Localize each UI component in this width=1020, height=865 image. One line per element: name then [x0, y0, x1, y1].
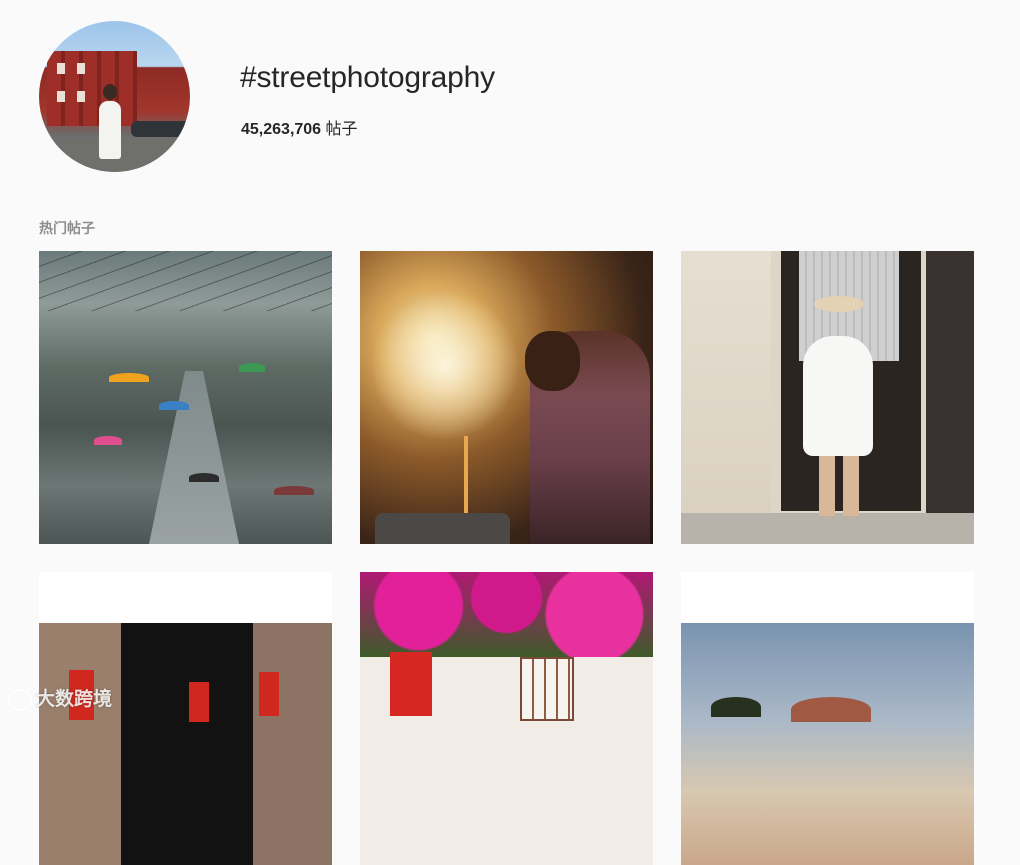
hashtag-avatar[interactable]	[39, 21, 190, 172]
dome	[791, 697, 871, 722]
watermark-text: 大数跨境	[36, 689, 113, 710]
overhead-wires	[39, 251, 332, 311]
umbrella	[159, 401, 189, 410]
stone-wall	[681, 251, 771, 544]
post-tile[interactable]	[39, 572, 332, 865]
cooking-pot	[375, 513, 510, 544]
red-door	[390, 652, 432, 716]
legs	[819, 456, 859, 516]
side-door	[926, 251, 974, 544]
top-posts-heading: 热门帖子	[39, 220, 95, 236]
post-tile[interactable]	[39, 251, 332, 544]
umbrella	[109, 373, 149, 382]
watermark: 大数跨境	[8, 684, 112, 711]
sun-hat	[814, 296, 864, 312]
red-shirt-person	[189, 682, 209, 722]
umbrella	[274, 486, 314, 495]
post-tile[interactable]	[360, 572, 653, 865]
post-tile[interactable]	[360, 251, 653, 544]
watermark-logo-icon	[8, 688, 32, 711]
avatar-cars	[131, 121, 190, 137]
avatar-window	[77, 91, 85, 102]
avatar-window	[57, 91, 65, 102]
shuttered-window	[520, 657, 574, 721]
avatar-person-head	[103, 84, 117, 100]
post-count: 45,263,706 帖子	[241, 115, 358, 139]
post-tile[interactable]	[681, 251, 974, 544]
post-tile[interactable]	[681, 572, 974, 865]
doorway-scene	[39, 623, 332, 865]
white-dress	[803, 336, 873, 456]
umbrella	[189, 473, 219, 482]
red-postbox	[259, 672, 279, 716]
umbrella	[94, 436, 122, 445]
palm-trees	[711, 697, 761, 717]
vendor-head	[525, 331, 580, 391]
post-count-number: 45,263,706	[241, 121, 322, 138]
bougainvillea	[360, 572, 653, 657]
steam	[370, 291, 520, 441]
post-count-unit: 帖子	[325, 121, 358, 138]
avatar-window	[57, 63, 65, 74]
umbrella	[239, 363, 265, 372]
wet-road	[149, 371, 239, 544]
sidewalk	[681, 513, 974, 544]
avatar-person	[99, 101, 121, 159]
cloudy-sky	[681, 623, 974, 865]
hashtag-title: #streetphotography	[240, 61, 495, 94]
avatar-window	[77, 63, 85, 74]
pouring-stream	[464, 436, 468, 516]
